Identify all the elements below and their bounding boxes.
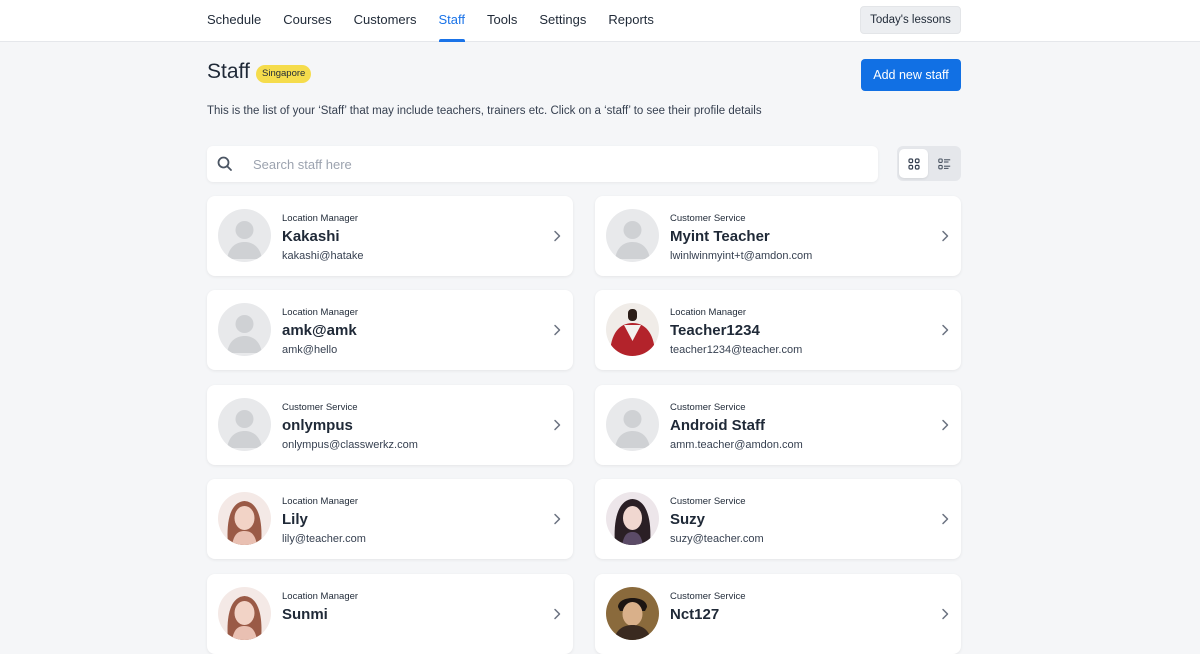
avatar (606, 492, 659, 545)
staff-email: lwinlwinmyint+t@amdon.com (670, 250, 813, 262)
staff-email: suzy@teacher.com (670, 533, 764, 545)
chevron-right-icon (554, 419, 561, 431)
nav-customers[interactable]: Customers (354, 0, 417, 42)
staff-name: Android Staff (670, 417, 765, 434)
staff-name: onlympus (282, 417, 353, 434)
staff-card[interactable]: Customer Service onlympus onlympus@class… (207, 385, 573, 465)
staff-email: amk@hello (282, 344, 338, 356)
staff-card[interactable]: Customer Service Android Staff amm.teach… (595, 385, 961, 465)
avatar (218, 587, 271, 640)
avatar (218, 303, 271, 356)
avatar (606, 587, 659, 640)
staff-card[interactable]: Customer Service Myint Teacher lwinlwinm… (595, 196, 961, 276)
search-icon (217, 156, 232, 171)
staff-role: Location Manager (282, 307, 359, 318)
staff-card[interactable]: Location Manager Kakashi kakashi@hatake (207, 196, 573, 276)
chevron-right-icon (554, 513, 561, 525)
staff-name: Suzy (670, 511, 706, 528)
list-icon (938, 157, 951, 169)
staff-role: Location Manager (282, 213, 359, 224)
staff-email: teacher1234@teacher.com (670, 344, 803, 356)
staff-name: amk@amk (282, 322, 357, 339)
avatar (606, 303, 659, 356)
chevron-right-icon (942, 513, 949, 525)
staff-role: Customer Service (670, 402, 746, 413)
chevron-right-icon (942, 419, 949, 431)
staff-role: Location Manager (670, 307, 747, 318)
avatar (218, 209, 271, 262)
staff-name: Teacher1234 (670, 322, 760, 339)
page-title: Staff (207, 60, 250, 83)
avatar (218, 398, 271, 451)
staff-name: Lily (282, 511, 308, 528)
list-view-button[interactable] (930, 149, 959, 178)
chevron-right-icon (942, 324, 949, 336)
chevron-right-icon (942, 608, 949, 620)
staff-email: onlympus@classwerkz.com (282, 439, 418, 451)
grid-view-button[interactable] (899, 149, 928, 178)
staff-name: Nct127 (670, 606, 720, 623)
location-badge[interactable]: Singapore (256, 65, 312, 83)
view-toggle (897, 146, 961, 181)
nav-courses[interactable]: Courses (283, 0, 331, 42)
top-navigation-bar: Schedule Courses Customers Staff Tools S… (0, 0, 1200, 42)
staff-card[interactable]: Location Manager Lily lily@teacher.com (207, 479, 573, 559)
staff-card[interactable]: Location Manager Teacher1234 teacher1234… (595, 290, 961, 370)
staff-role: Location Manager (282, 496, 359, 507)
search-bar (207, 146, 878, 182)
staff-name: Kakashi (282, 228, 340, 245)
nav-tools[interactable]: Tools (487, 0, 517, 42)
avatar (606, 398, 659, 451)
staff-role: Customer Service (670, 213, 746, 224)
staff-card[interactable]: Customer Service Nct127 (595, 574, 961, 654)
main-nav: Schedule Courses Customers Staff Tools S… (207, 0, 676, 42)
page-description: This is the list of your ‘Staff’ that ma… (207, 105, 762, 117)
staff-card[interactable]: Location Manager amk@amk amk@hello (207, 290, 573, 370)
search-input[interactable] (253, 146, 853, 182)
staff-role: Customer Service (670, 591, 746, 602)
avatar (606, 209, 659, 262)
staff-email: lily@teacher.com (282, 533, 366, 545)
avatar (218, 492, 271, 545)
staff-card[interactable]: Location Manager Sunmi (207, 574, 573, 654)
staff-role: Customer Service (282, 402, 358, 413)
chevron-right-icon (554, 230, 561, 242)
staff-name: Myint Teacher (670, 228, 770, 245)
nav-schedule[interactable]: Schedule (207, 0, 261, 42)
add-new-staff-button[interactable]: Add new staff (861, 59, 961, 91)
grid-icon (907, 157, 920, 170)
nav-staff[interactable]: Staff (438, 0, 465, 42)
todays-lessons-button[interactable]: Today's lessons (860, 6, 961, 34)
staff-email: kakashi@hatake (282, 250, 364, 262)
staff-card[interactable]: Customer Service Suzy suzy@teacher.com (595, 479, 961, 559)
nav-settings[interactable]: Settings (539, 0, 586, 42)
staff-email: amm.teacher@amdon.com (670, 439, 803, 451)
staff-name: Sunmi (282, 606, 328, 623)
chevron-right-icon (554, 324, 561, 336)
staff-role: Customer Service (670, 496, 746, 507)
nav-reports[interactable]: Reports (608, 0, 654, 42)
chevron-right-icon (554, 608, 561, 620)
staff-role: Location Manager (282, 591, 359, 602)
chevron-right-icon (942, 230, 949, 242)
